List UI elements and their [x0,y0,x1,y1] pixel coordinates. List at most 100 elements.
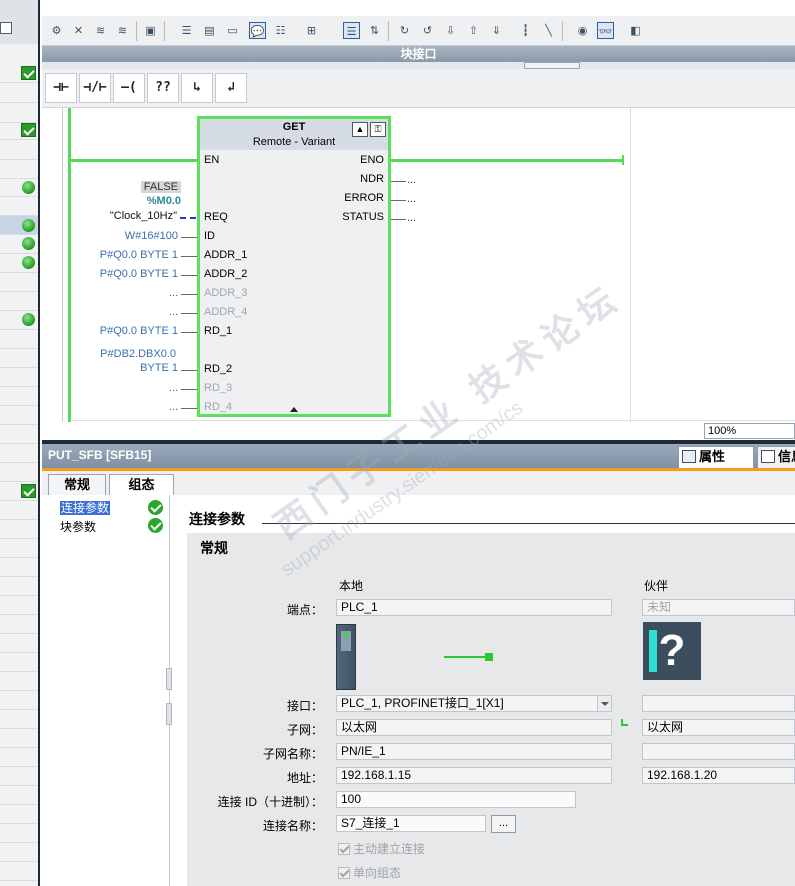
collapse-networks-icon[interactable]: ≋ [114,22,131,39]
rd4-argument[interactable]: ... [169,401,178,413]
tree-row[interactable] [0,178,38,197]
tree-row[interactable] [0,216,38,235]
open-branch-button[interactable]: ↳ [181,73,213,103]
status-argument[interactable]: ... [407,212,416,224]
interface-splitter[interactable] [42,62,795,69]
close-branch-button[interactable]: ↲ [215,73,247,103]
tree-row[interactable] [0,577,38,596]
tree-row[interactable] [0,862,38,881]
nav-block-params[interactable]: 块参数 [60,518,96,535]
tree-row[interactable] [0,273,38,292]
connection-config-icon[interactable]: ⚿ [370,122,386,137]
network-view-icon[interactable]: ⇅ [366,22,383,39]
window-icon[interactable]: ▤ [201,22,218,39]
expand-pins-icon[interactable] [290,407,298,412]
connection-name-field[interactable]: S7_连接_1 [336,815,486,832]
absolute-operands-icon[interactable]: ▭ [224,22,241,39]
tree-row[interactable] [0,406,38,425]
tree-row[interactable] [0,387,38,406]
tree-row[interactable] [0,786,38,805]
tree-row[interactable] [0,292,38,311]
call-env-icon[interactable]: ╲ [540,22,557,39]
tree-row[interactable] [0,482,38,501]
tree-row[interactable] [0,539,38,558]
checkbox-icon[interactable] [21,484,36,498]
endpoint-partner-field[interactable]: 未知 [642,599,795,616]
ladder-editor[interactable]: FALSE %M0.0 "Clock_10Hz" W#16#100 P#Q0.0… [42,108,795,440]
tree-row[interactable] [0,349,38,368]
output-coil-button[interactable]: –( )– [113,73,145,123]
subnet-name-local-field[interactable]: PN/IE_1 [336,743,612,760]
id-argument[interactable]: W#16#100 [125,230,178,242]
checkbox-icon[interactable] [338,843,350,855]
monitor-icon[interactable]: ↻ [396,22,413,39]
error-argument[interactable]: ... [407,193,416,205]
tree-row[interactable] [0,843,38,862]
address-local-field[interactable]: 192.168.1.15 [336,767,612,784]
breakpoint-icon[interactable]: ⇓ [488,22,505,39]
address-partner-field[interactable]: 192.168.1.20 [642,767,795,784]
addr4-argument[interactable]: ... [169,306,178,318]
tree-row[interactable] [0,330,38,349]
tree-row[interactable] [0,767,38,786]
colors-icon[interactable]: ◉ [574,22,591,39]
instance-db-icon[interactable]: ▲ [352,122,368,137]
checkbox-icon[interactable] [21,66,36,80]
tree-row[interactable] [0,235,38,254]
subnet-name-partner-field[interactable] [642,743,795,760]
tab-general[interactable]: 常规 [48,474,106,495]
download-icon[interactable]: ⇩ [442,22,459,39]
comments-icon[interactable]: 💬 [249,22,266,39]
normally-open-contact-button[interactable]: ⊣⊢ [45,73,77,103]
empty-box-button[interactable]: ?? [147,73,179,103]
tree-row[interactable] [0,672,38,691]
tree-row[interactable] [0,824,38,843]
rd1-argument[interactable]: P#Q0.0 BYTE 1 [100,325,178,337]
tree-row[interactable] [0,368,38,387]
tree-row[interactable] [0,425,38,444]
eno-wire[interactable] [390,159,622,162]
tree-row[interactable] [0,615,38,634]
nav-connection-params[interactable]: 连接参数 [58,499,112,516]
insert-network-icon[interactable]: ⚙ [48,22,65,39]
rd2-argument-line1[interactable]: P#DB2.DBX0.0 [100,348,176,360]
expand-networks-icon[interactable]: ≋ [92,22,109,39]
zoom-level[interactable]: 100% [704,423,795,439]
tree-row[interactable] [0,634,38,653]
tree-row[interactable] [0,141,38,160]
tree-row[interactable] [0,121,38,140]
addr1-argument[interactable]: P#Q0.0 BYTE 1 [100,249,178,261]
favorites-icon[interactable]: ⊞ [303,22,320,39]
tab-configuration[interactable]: 组态 [109,474,174,495]
tree-icon[interactable] [0,22,12,34]
browse-button[interactable]: ... [491,815,516,833]
tree-row[interactable] [0,197,38,216]
normally-closed-contact-button[interactable]: ⊣/⊢ [79,73,111,103]
subnet-local-field[interactable]: 以太网 [336,719,612,736]
block-call-icon[interactable]: ▣ [142,22,159,39]
tree-row[interactable] [0,501,38,520]
step-icon[interactable]: ┇ [517,22,534,39]
tree-row[interactable] [0,311,38,330]
checkbox-icon[interactable] [338,867,350,879]
connection-id-field[interactable]: 100 [336,791,576,808]
interface-partner-field[interactable] [642,695,795,712]
ndr-argument[interactable]: ... [407,174,416,186]
tree-row[interactable] [0,463,38,482]
tree-row[interactable] [0,805,38,824]
get-function-block[interactable]: GET Remote - Variant ▲ ⚿ EN REQ ID ADDR_… [197,116,391,417]
tree-row[interactable] [0,84,38,103]
tag-info-icon[interactable]: ☷ [272,22,289,39]
rd2-argument-line2[interactable]: BYTE 1 [140,362,178,374]
tree-row[interactable] [0,520,38,539]
tree-row[interactable] [0,160,38,179]
rd3-argument[interactable]: ... [169,382,178,394]
endpoint-local-field[interactable]: PLC_1 [336,599,612,616]
align-left-icon[interactable]: ☰ [178,22,195,39]
splitter-handle[interactable] [524,62,580,69]
one-way-checkbox[interactable]: 单向组态 [338,864,401,881]
active-connection-checkbox[interactable]: 主动建立连接 [338,840,425,857]
monitoring-on-icon[interactable]: 👓 [597,22,614,39]
delete-network-icon[interactable]: ✕ [70,22,87,39]
addr3-argument[interactable]: ... [169,287,178,299]
